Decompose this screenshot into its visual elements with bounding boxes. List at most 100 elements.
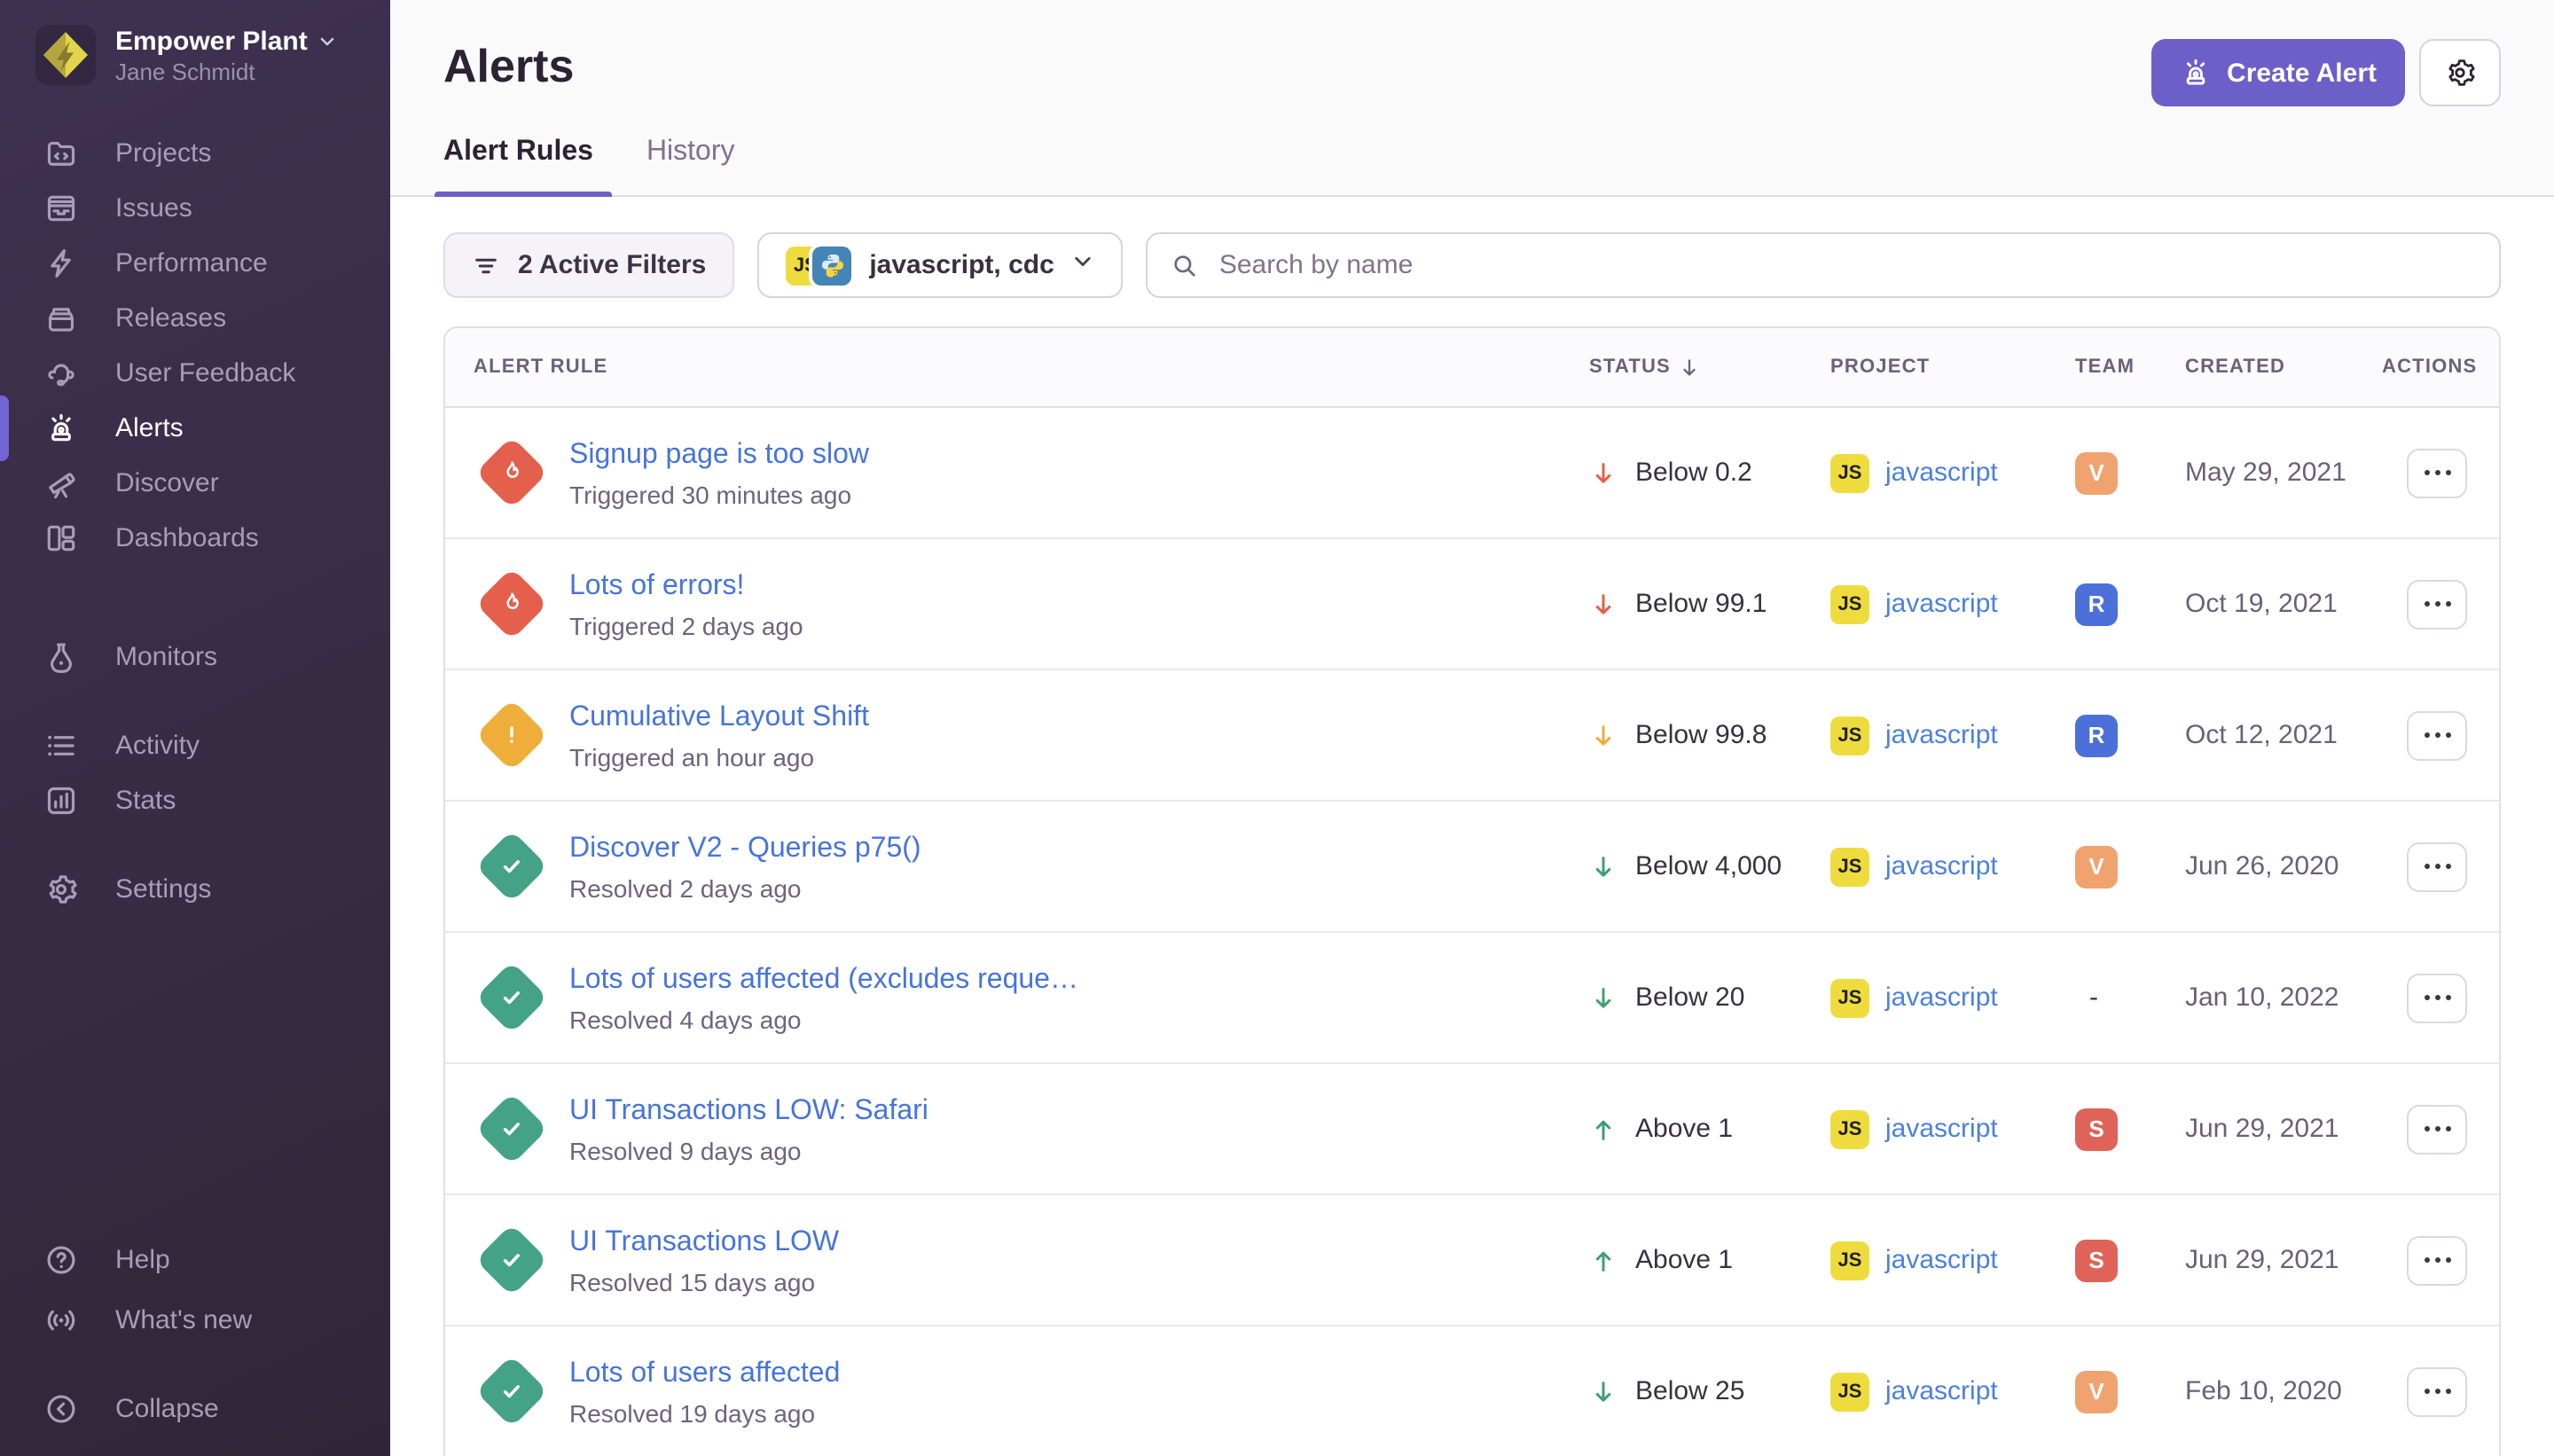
create-alert-button[interactable]: Create Alert	[2151, 39, 2405, 106]
row-actions-button[interactable]	[2407, 1366, 2467, 1416]
sidebar-item-stats[interactable]: Stats	[0, 773, 390, 828]
row-actions-button[interactable]	[2407, 842, 2467, 891]
sidebar-item-issues[interactable]: Issues	[0, 181, 390, 236]
javascript-platform-icon: JS	[1830, 716, 1869, 755]
alerts-settings-button[interactable]	[2419, 39, 2501, 106]
exclamation-icon	[496, 720, 526, 750]
alert-rule-link[interactable]: Cumulative Layout Shift	[569, 698, 869, 735]
threshold-value: Above 1	[1635, 1245, 1733, 1275]
sidebar-item-help[interactable]: Help	[0, 1229, 390, 1289]
sidebar-item-dashboards[interactable]: Dashboards	[0, 511, 390, 566]
team-badge: S	[2075, 1108, 2118, 1150]
sidebar-item-activity[interactable]: Activity	[0, 718, 390, 773]
sidebar-item-label: Stats	[115, 786, 176, 816]
threshold-value: Below 99.8	[1635, 720, 1767, 750]
sort-desc-icon	[1678, 356, 1701, 379]
column-alert-rule: ALERT RULE	[445, 356, 1589, 378]
project-link[interactable]: javascript	[1885, 1245, 1998, 1275]
alert-rule-link[interactable]: UI Transactions LOW: Safari	[569, 1092, 928, 1129]
alert-rule-trigger-text: Resolved 9 days ago	[569, 1134, 928, 1166]
project-link[interactable]: javascript	[1885, 1376, 1998, 1406]
threshold-value: Below 99.1	[1635, 589, 1767, 619]
threshold-value: Below 0.2	[1635, 458, 1752, 488]
javascript-platform-icon: JS	[1830, 1372, 1869, 1411]
sidebar-item-label: Collapse	[115, 1393, 219, 1423]
row-actions-button[interactable]	[2407, 579, 2467, 629]
sidebar-item-performance[interactable]: Performance	[0, 236, 390, 291]
row-actions-button[interactable]	[2407, 1104, 2467, 1154]
sidebar-item-what-s-new[interactable]: What's new	[0, 1289, 390, 1350]
sidebar-nav: ProjectsIssues Performance Releases User Fe…	[0, 96, 390, 917]
tab-bar: Alert Rules History	[443, 135, 2501, 195]
project-link[interactable]: javascript	[1885, 851, 1998, 881]
arrow-up-icon	[1589, 1115, 1618, 1143]
gear-icon	[2444, 57, 2476, 89]
alert-rules-table: ALERT RULE STATUS PROJECT TEAM CREATED A…	[443, 326, 2501, 1456]
sidebar-item-monitors[interactable]: Monitors	[0, 630, 390, 685]
main-content: Alerts Create Alert Alert Rules History	[390, 0, 2554, 1456]
screen: Empower Plant Jane Schmidt ProjectsIssue…	[0, 0, 2554, 1456]
project-link[interactable]: javascript	[1885, 589, 1998, 619]
tab-history[interactable]: History	[646, 135, 735, 195]
alerts-icon	[44, 411, 78, 445]
alert-rule-link[interactable]: UI Transactions LOW	[569, 1223, 839, 1260]
threshold-value: Below 4,000	[1635, 851, 1782, 881]
nav-group: Activity Stats	[0, 718, 390, 828]
critical-diamond-icon	[474, 436, 547, 509]
project-link[interactable]: javascript	[1885, 1114, 1998, 1144]
help-icon	[44, 1242, 78, 1276]
javascript-platform-icon: JS	[1830, 978, 1869, 1017]
sidebar-item-releases[interactable]: Releases	[0, 291, 390, 346]
sidebar-item-settings[interactable]: Settings	[0, 862, 390, 917]
row-actions-button[interactable]	[2407, 710, 2467, 760]
active-filters-button[interactable]: 2 Active Filters	[443, 232, 734, 298]
project-link[interactable]: javascript	[1885, 720, 1998, 750]
project-filter-dropdown[interactable]: JS javascript, cdc	[757, 232, 1123, 298]
sidebar-item-label: Releases	[115, 303, 226, 333]
alert-rule-trigger-text: Triggered 30 minutes ago	[569, 478, 869, 510]
table-row: Lots of errors! Triggered 2 days ago Bel…	[445, 537, 2499, 669]
org-switcher[interactable]: Empower Plant Jane Schmidt	[0, 0, 390, 96]
team-badge: S	[2075, 1239, 2118, 1281]
column-actions: ACTIONS	[2382, 356, 2499, 378]
sidebar-item-alerts[interactable]: Alerts	[0, 401, 390, 456]
team-badge: V	[2075, 1370, 2118, 1413]
alert-rule-link[interactable]: Discover V2 - Queries p75()	[569, 829, 921, 866]
row-actions-button[interactable]	[2407, 448, 2467, 497]
alert-rule-link[interactable]: Lots of users affected	[569, 1354, 840, 1391]
row-actions-button[interactable]	[2407, 1235, 2467, 1285]
sidebar-item-collapse[interactable]: Collapse	[0, 1378, 390, 1438]
threshold-value: Below 20	[1635, 982, 1744, 1013]
project-link[interactable]: javascript	[1885, 982, 1998, 1013]
sidebar-item-label: Performance	[115, 248, 268, 278]
settings-icon	[44, 873, 78, 906]
column-status[interactable]: STATUS	[1589, 356, 1830, 379]
sidebar-item-discover[interactable]: Discover	[0, 456, 390, 511]
sidebar-item-projects[interactable]: Projects	[0, 126, 390, 181]
alert-rule-link[interactable]: Lots of errors!	[569, 567, 803, 604]
sidebar-item-user-feedback[interactable]: User Feedback	[0, 346, 390, 401]
arrow-down-icon	[1589, 983, 1618, 1012]
sidebar-item-label: Dashboards	[115, 523, 259, 553]
activity-icon	[44, 729, 78, 763]
alert-rule-link[interactable]: Signup page is too slow	[569, 435, 869, 473]
alert-rule-link[interactable]: Lots of users affected (excludes reque…	[569, 960, 1078, 998]
table-row: UI Transactions LOW: Safari Resolved 9 d…	[445, 1062, 2499, 1194]
team-badge: V	[2075, 451, 2118, 494]
row-actions-button[interactable]	[2407, 973, 2467, 1022]
sidebar-item-label: Monitors	[115, 642, 217, 672]
created-date: Jan 10, 2022	[2185, 982, 2382, 1013]
search-input[interactable]	[1216, 248, 2476, 282]
sidebar-item-label: Help	[115, 1244, 170, 1274]
created-date: Jun 29, 2021	[2185, 1114, 2382, 1144]
search-box	[1147, 232, 2501, 298]
sidebar-item-label: Activity	[115, 731, 200, 761]
alert-rule-trigger-text: Triggered an hour ago	[569, 740, 869, 772]
discover-icon	[44, 466, 78, 500]
tab-alert-rules[interactable]: Alert Rules	[443, 135, 593, 195]
alert-rule-trigger-text: Resolved 4 days ago	[569, 1003, 1078, 1035]
project-link[interactable]: javascript	[1885, 458, 1998, 488]
resolved-diamond-icon	[474, 1355, 547, 1428]
threshold-value: Below 25	[1635, 1376, 1744, 1406]
nav-group: Monitors	[0, 630, 390, 685]
